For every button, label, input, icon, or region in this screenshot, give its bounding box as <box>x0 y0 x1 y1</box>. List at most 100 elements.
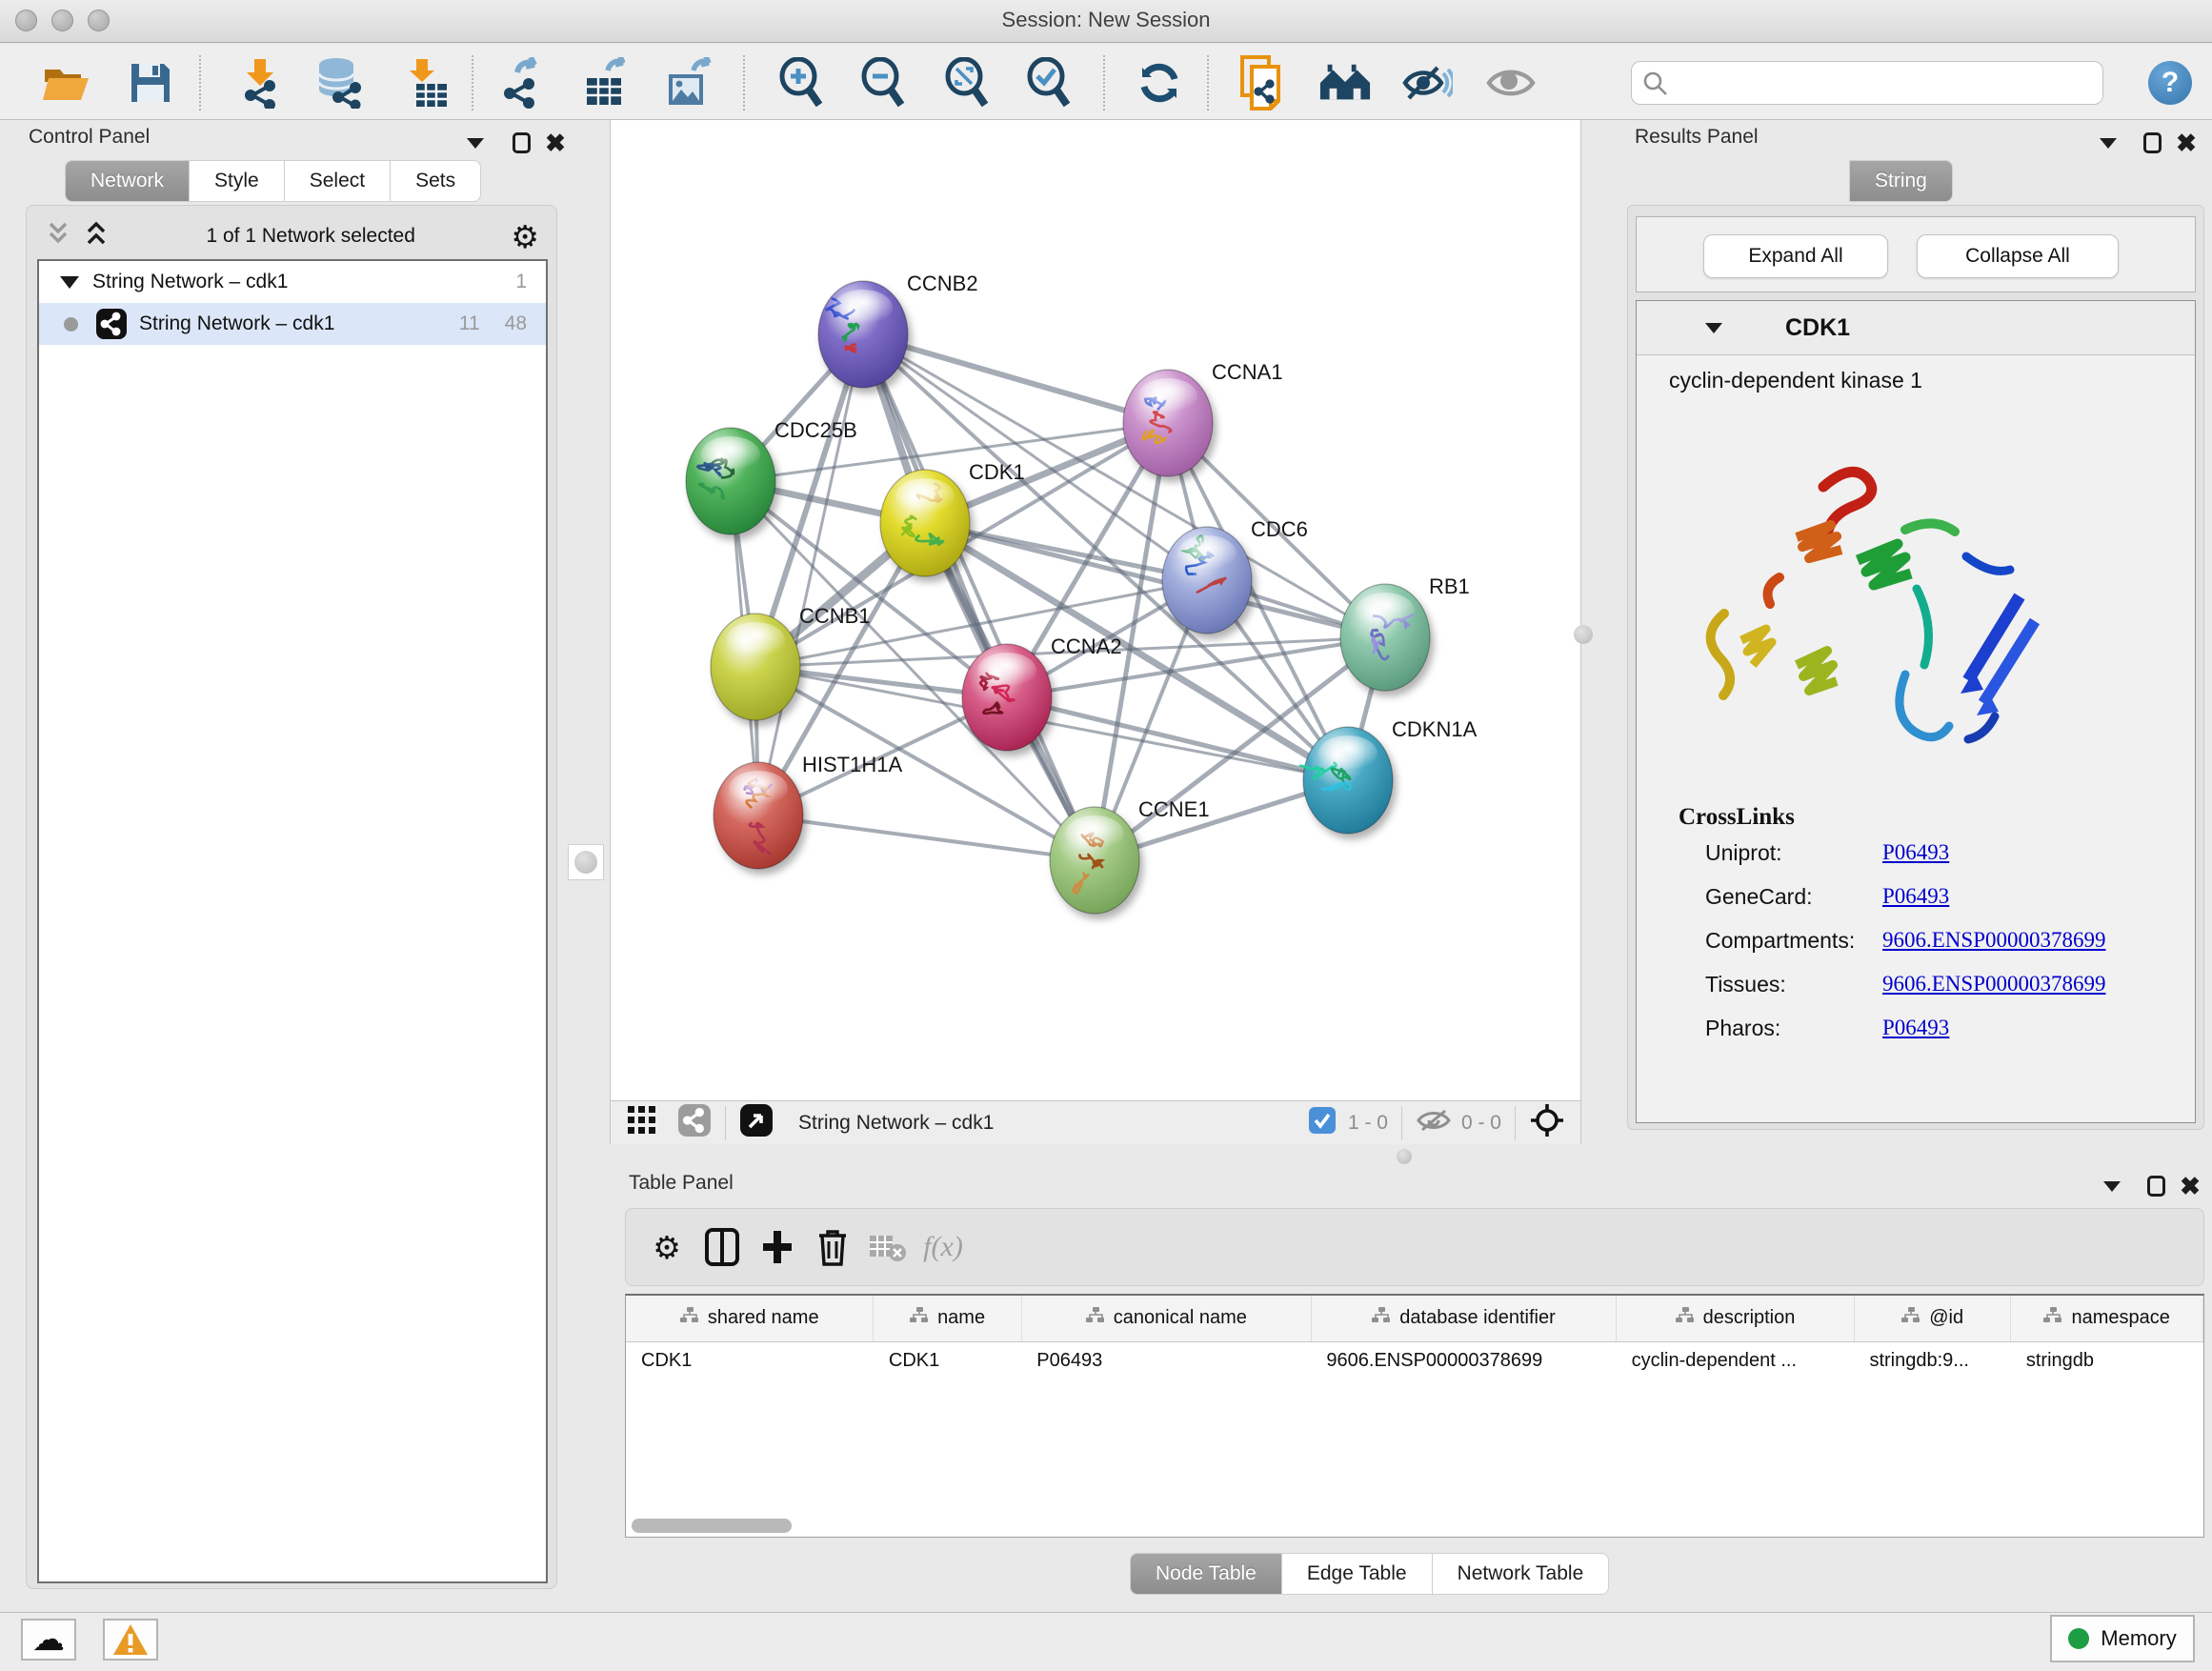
tab-edge-table[interactable]: Edge Table <box>1282 1553 1433 1595</box>
results-panel-close-button[interactable]: ✖ <box>2170 127 2202 159</box>
zoom-out-button[interactable] <box>856 57 910 109</box>
table-panel-float-button[interactable] <box>2140 1170 2172 1202</box>
column-header-canonical-name[interactable]: canonical name <box>1021 1296 1311 1341</box>
function-builder-button[interactable]: f(x) <box>915 1220 971 1274</box>
crosslink-link-pharos-[interactable]: P06493 <box>1882 1016 1949 1040</box>
open-session-button[interactable] <box>40 57 93 109</box>
crosslink-link-genecard-[interactable]: P06493 <box>1882 884 1949 909</box>
expand-all-button[interactable]: Expand All <box>1703 234 1888 278</box>
results-panel-menu-button[interactable] <box>2092 127 2124 159</box>
hide-selected-button[interactable] <box>1400 57 1454 109</box>
show-columns-button[interactable] <box>694 1220 750 1274</box>
table-horizontal-scrollbar[interactable] <box>632 1519 792 1533</box>
crosslink-link-tissues-[interactable]: 9606.ENSP00000378699 <box>1882 972 2106 997</box>
tab-style[interactable]: Style <box>190 160 285 202</box>
right-splitter-handle[interactable] <box>1574 625 1593 644</box>
table-cell[interactable]: stringdb <box>2011 1341 2203 1379</box>
string-network-indicator[interactable] <box>677 1103 712 1142</box>
help-button[interactable]: ? <box>2148 61 2192 105</box>
collapse-all-button[interactable]: Collapse All <box>1917 234 2119 278</box>
birdseye-navigator-button[interactable] <box>1529 1102 1565 1143</box>
network-graph[interactable]: CCNB2CCNA1CDC25BCDK1CDC6RB1CCNB1CCNA2CDK… <box>611 120 1582 1100</box>
network-edge-HIST1H1A-CCNE1[interactable] <box>758 815 1095 860</box>
save-session-button[interactable] <box>124 57 177 109</box>
string-app-gray-icon <box>677 1103 712 1137</box>
left-splitter-handle[interactable] <box>568 844 604 880</box>
table-cell[interactable]: stringdb:9... <box>1854 1341 2010 1379</box>
table-panel-close-button[interactable]: ✖ <box>2174 1170 2206 1202</box>
network-canvas[interactable]: CCNB2CCNA1CDC25BCDK1CDC6RB1CCNB1CCNA2CDK… <box>610 120 1581 1100</box>
control-panel-close-button[interactable]: ✖ <box>539 127 572 159</box>
first-neighbors-button[interactable] <box>1318 57 1372 109</box>
column-header--id[interactable]: @id <box>1854 1296 2010 1341</box>
grid-view-button[interactable] <box>628 1106 656 1139</box>
bottom-splitter-handle[interactable] <box>1397 1149 1412 1164</box>
column-header-database-identifier[interactable]: database identifier <box>1311 1296 1616 1341</box>
network-edge-CCNB2-CCNE1[interactable] <box>863 334 1095 860</box>
network-collection-row[interactable]: String Network – cdk1 1 <box>39 261 546 303</box>
selected-checkbox[interactable] <box>1308 1106 1337 1139</box>
show-all-button[interactable] <box>1484 57 1538 109</box>
export-network-button[interactable] <box>493 57 547 109</box>
control-panel-float-button[interactable] <box>505 127 537 159</box>
zoom-fit-button[interactable] <box>940 57 994 109</box>
table-row[interactable]: CDK1CDK1P064939606.ENSP00000378699cyclin… <box>626 1341 2203 1379</box>
create-column-button[interactable] <box>750 1220 805 1274</box>
crosslink-link-uniprot-[interactable]: P06493 <box>1882 840 1949 865</box>
crosslink-link-compartments-[interactable]: 9606.ENSP00000378699 <box>1882 928 2106 953</box>
tab-network[interactable]: Network <box>65 160 190 202</box>
export-table-button[interactable] <box>579 57 633 109</box>
node-table-grid[interactable]: shared namenamecanonical namedatabase id… <box>626 1296 2203 1379</box>
collapse-all-networks-button[interactable] <box>44 220 72 253</box>
network-edge-CCNB2-HIST1H1A[interactable] <box>758 334 863 815</box>
column-header-shared-name[interactable]: shared name <box>626 1296 874 1341</box>
control-panel-menu-button[interactable] <box>459 127 492 159</box>
table-panel-menu-button[interactable] <box>2096 1170 2128 1202</box>
network-node-CDKN1A[interactable]: CDKN1A <box>1300 717 1477 834</box>
table-cell[interactable]: cyclin-dependent ... <box>1617 1341 1855 1379</box>
tree-expander-icon[interactable] <box>60 276 79 289</box>
network-from-selection-button[interactable] <box>1237 57 1290 109</box>
network-node-RB1[interactable]: RB1 <box>1340 574 1470 691</box>
network-node-CDC6[interactable]: CDC6 <box>1162 517 1308 634</box>
network-node-CCNE1[interactable]: CCNE1 <box>1050 797 1210 914</box>
table-cell[interactable]: CDK1 <box>874 1341 1021 1379</box>
section-collapse-icon[interactable] <box>1705 323 1722 333</box>
network-node-HIST1H1A[interactable]: HIST1H1A <box>714 753 902 869</box>
expand-all-networks-button[interactable] <box>82 220 111 253</box>
warnings-button[interactable] <box>103 1619 158 1661</box>
import-network-file-button[interactable] <box>232 57 286 109</box>
clear-table-button[interactable] <box>860 1220 915 1274</box>
search-input[interactable] <box>1676 66 2095 100</box>
hidden-items-indicator[interactable] <box>1416 1107 1452 1138</box>
memory-button[interactable]: Memory <box>2050 1615 2195 1662</box>
table-cell[interactable]: CDK1 <box>626 1341 874 1379</box>
network-options-gear-button[interactable]: ⚙ <box>511 221 539 252</box>
network-row-selected[interactable]: String Network – cdk1 11 48 <box>39 303 546 345</box>
tab-network-table[interactable]: Network Table <box>1433 1553 1610 1595</box>
delete-columns-button[interactable] <box>805 1220 860 1274</box>
table-cell[interactable]: 9606.ENSP00000378699 <box>1311 1341 1616 1379</box>
network-node-CCNB2[interactable]: CCNB2 <box>818 272 978 388</box>
column-header-description[interactable]: description <box>1617 1296 1855 1341</box>
tab-string[interactable]: String <box>1849 160 1953 202</box>
cloud-status-button[interactable]: ☁ <box>21 1619 76 1661</box>
results-panel-float-button[interactable] <box>2136 127 2168 159</box>
hidden-eye-icon <box>1416 1107 1452 1134</box>
tab-node-table[interactable]: Node Table <box>1130 1553 1282 1595</box>
export-image-button[interactable] <box>663 57 716 109</box>
table-cell[interactable]: P06493 <box>1021 1341 1311 1379</box>
gene-section-header[interactable]: CDK1 <box>1637 301 2195 355</box>
column-header-name[interactable]: name <box>874 1296 1021 1341</box>
refresh-view-button[interactable] <box>1133 57 1186 109</box>
zoom-selected-button[interactable] <box>1022 57 1076 109</box>
tab-select[interactable]: Select <box>285 160 391 202</box>
search-icon <box>1643 71 1668 96</box>
column-header-namespace[interactable]: namespace <box>2011 1296 2203 1341</box>
zoom-in-button[interactable] <box>774 57 828 109</box>
import-table-file-button[interactable] <box>400 57 453 109</box>
table-options-gear-button[interactable]: ⚙ <box>639 1220 694 1274</box>
tab-sets[interactable]: Sets <box>391 160 481 202</box>
detach-view-button[interactable] <box>739 1103 774 1142</box>
import-network-database-button[interactable] <box>312 57 366 109</box>
